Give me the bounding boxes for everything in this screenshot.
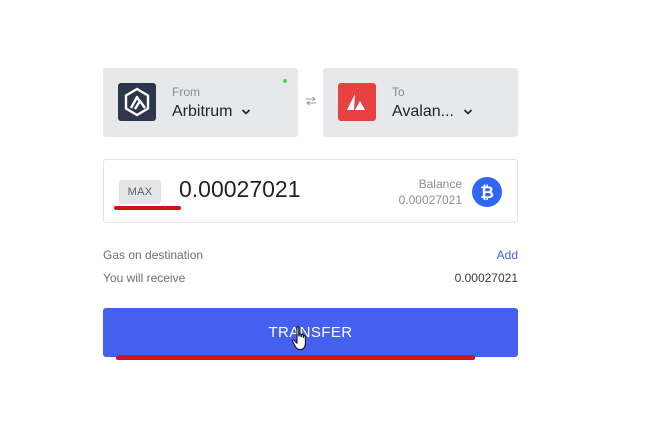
max-button[interactable]: MAX <box>119 180 161 204</box>
amount-panel: MAX 0.00027021 Balance 0.00027021 ₿ <box>103 159 518 223</box>
gas-add-link[interactable]: Add <box>497 248 518 262</box>
balance-value: 0.00027021 <box>398 193 462 207</box>
from-chain-selector[interactable]: From Arbitrum <box>103 68 298 137</box>
to-chain-selector[interactable]: To Avalan... <box>323 68 518 137</box>
chevron-down-icon <box>463 107 473 117</box>
to-chain-label: Avalan... <box>392 103 454 120</box>
receive-label: You will receive <box>103 271 186 285</box>
transfer-annotation-underline <box>116 355 475 360</box>
to-chain-name: Avalan... <box>392 103 473 121</box>
max-annotation-underline <box>114 206 181 210</box>
hand-cursor-icon <box>290 325 312 353</box>
to-caption: To <box>392 85 405 99</box>
amount-input[interactable]: 0.00027021 <box>179 176 301 203</box>
chevron-down-icon <box>241 107 251 117</box>
receive-value: 0.00027021 <box>454 271 518 285</box>
connection-status-dot <box>283 79 287 83</box>
svg-text:₿: ₿ <box>480 183 494 203</box>
from-caption: From <box>172 85 200 99</box>
bitcoin-icon[interactable]: ₿ <box>472 177 502 207</box>
balance-label: Balance <box>418 177 462 191</box>
swap-arrows-icon[interactable] <box>305 96 317 106</box>
arbitrum-logo-icon <box>118 83 156 121</box>
from-chain-name: Arbitrum <box>172 103 251 121</box>
avalanche-logo-icon <box>338 83 376 121</box>
gas-label: Gas on destination <box>103 248 204 262</box>
from-chain-label: Arbitrum <box>172 103 233 120</box>
